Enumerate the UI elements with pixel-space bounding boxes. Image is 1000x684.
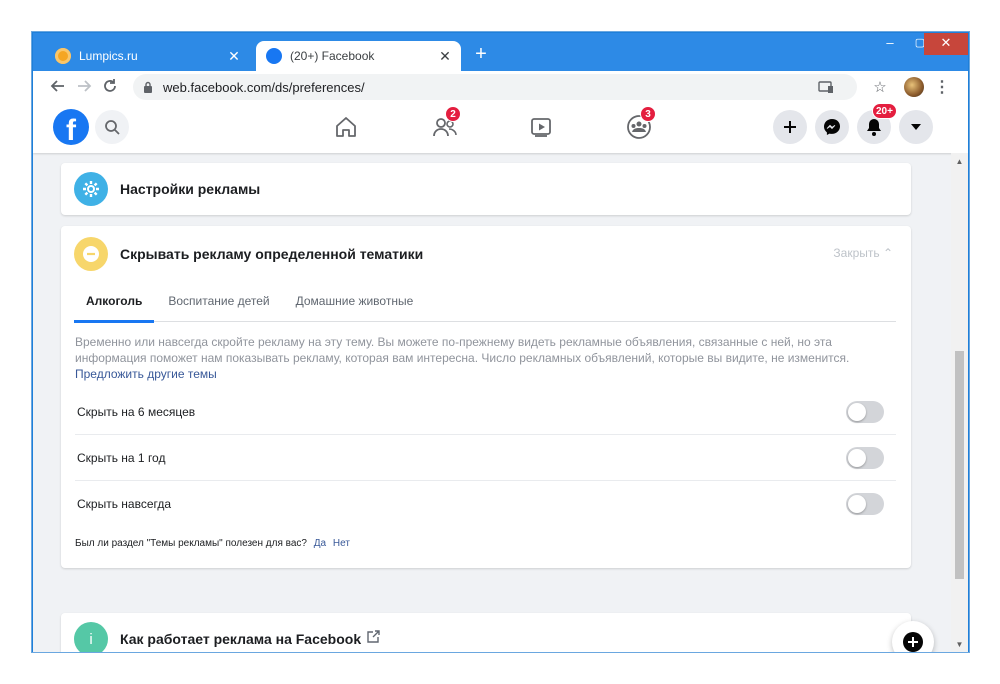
back-icon[interactable] (45, 73, 71, 99)
how-ads-work-title: Как работает реклама на Facebook (120, 631, 362, 647)
tab-title: (20+) Facebook (290, 49, 375, 63)
tab-lumpics[interactable]: Lumpics.ru ✕ (45, 41, 250, 71)
suggest-topics-link[interactable]: Предложить другие темы (75, 366, 875, 382)
description-text: Временно или навсегда скройте рекламу на… (75, 335, 850, 365)
messenger-icon[interactable] (815, 110, 849, 144)
option-label: Скрыть на 6 месяцев (77, 404, 196, 419)
ad-settings-card[interactable]: Настройки рекламы (61, 163, 911, 215)
watch-icon[interactable] (525, 111, 557, 143)
page-content: f 2 3 20+ ▲ ▼ Настройки рекламы Скрывать… (33, 101, 968, 652)
info-icon: i (74, 622, 108, 652)
ad-settings-title: Настройки рекламы (120, 181, 261, 197)
friends-icon[interactable]: 2 (429, 106, 461, 143)
how-ads-work-card[interactable]: i Как работает реклама на Facebook (61, 613, 911, 652)
topic-description: Временно или навсегда скройте рекламу на… (75, 334, 875, 382)
friends-badge: 2 (445, 106, 461, 122)
option-row: Скрыть на 1 год (75, 435, 896, 481)
feedback-question: Был ли раздел "Темы рекламы" полезен для… (75, 538, 307, 549)
feedback-prompt: Был ли раздел "Темы рекламы" полезен для… (75, 538, 350, 549)
profile-avatar[interactable] (901, 74, 927, 100)
browser-window: Lumpics.ru ✕ (20+) Facebook ✕ + – ▢ ✕ we… (32, 32, 969, 652)
tab-alcohol[interactable]: Алкоголь (74, 284, 155, 323)
title-bar: Lumpics.ru ✕ (20+) Facebook ✕ + – ▢ ✕ (33, 33, 968, 71)
address-bar[interactable]: web.facebook.com/ds/preferences/ (133, 74, 857, 100)
facebook-favicon-icon (266, 48, 282, 64)
new-message-button[interactable] (892, 621, 934, 652)
hide-6-months-toggle[interactable] (846, 400, 884, 423)
url-text: web.facebook.com/ds/preferences/ (163, 79, 365, 95)
scroll-up-icon[interactable]: ▲ (951, 155, 968, 169)
topic-tabs: Алкоголь Воспитание детей Домашние живот… (74, 284, 896, 323)
notifications-bell-icon[interactable]: 20+ (857, 103, 897, 144)
bookmark-star-icon[interactable]: ☆ (867, 74, 893, 100)
option-label: Скрыть на 1 год (77, 450, 166, 465)
lock-icon (143, 81, 153, 93)
tab-title: Lumpics.ru (79, 49, 138, 63)
option-label: Скрыть навсегда (77, 497, 172, 511)
lumpics-favicon-icon (55, 48, 71, 64)
new-tab-button[interactable]: + (470, 43, 492, 67)
hide-forever-toggle[interactable] (846, 493, 884, 515)
gear-icon (74, 172, 108, 206)
scroll-down-icon[interactable]: ▼ (951, 638, 968, 652)
option-row: Скрыть навсегда (75, 481, 896, 527)
feedback-no-link[interactable]: Нет (333, 538, 350, 549)
close-window-button[interactable]: ✕ (924, 33, 968, 55)
groups-badge: 3 (640, 106, 656, 122)
hide-topics-title: Скрывать рекламу определенной тематики (120, 246, 424, 262)
account-menu-caret-icon[interactable] (899, 110, 933, 144)
option-row: Скрыть на 6 месяцев (75, 389, 896, 435)
collapse-button[interactable]: Закрыть ⌃ (833, 246, 893, 260)
tab-close-icon[interactable]: ✕ (435, 48, 455, 65)
facebook-header: f 2 3 20+ (33, 101, 968, 153)
notifications-badge: 20+ (872, 103, 897, 119)
compose-plus-icon (903, 632, 923, 652)
groups-icon[interactable]: 3 (623, 106, 656, 143)
cast-icon[interactable] (813, 74, 839, 100)
tab-pets[interactable]: Домашние животные (284, 284, 426, 322)
minus-circle-icon (74, 237, 108, 271)
tab-facebook[interactable]: (20+) Facebook ✕ (256, 41, 461, 71)
feedback-yes-link[interactable]: Да (314, 538, 326, 549)
tab-close-icon[interactable]: ✕ (224, 48, 244, 65)
scrollbar-thumb[interactable] (955, 351, 964, 579)
facebook-logo[interactable]: f (53, 109, 89, 145)
search-icon[interactable] (95, 110, 129, 144)
create-plus-icon[interactable] (773, 110, 807, 144)
external-link-icon (367, 630, 380, 648)
tab-parenting[interactable]: Воспитание детей (156, 284, 281, 322)
browser-toolbar: web.facebook.com/ds/preferences/ ☆ ⋮ (33, 71, 968, 101)
page-scrollbar[interactable]: ▲ ▼ (951, 153, 968, 652)
menu-kebab-icon[interactable]: ⋮ (929, 74, 955, 100)
home-icon[interactable] (330, 111, 362, 143)
hide-1-year-toggle[interactable] (846, 446, 884, 469)
reload-icon[interactable] (97, 73, 123, 99)
hide-topics-card: Скрывать рекламу определенной тематики З… (61, 226, 911, 568)
forward-icon[interactable] (71, 73, 97, 99)
